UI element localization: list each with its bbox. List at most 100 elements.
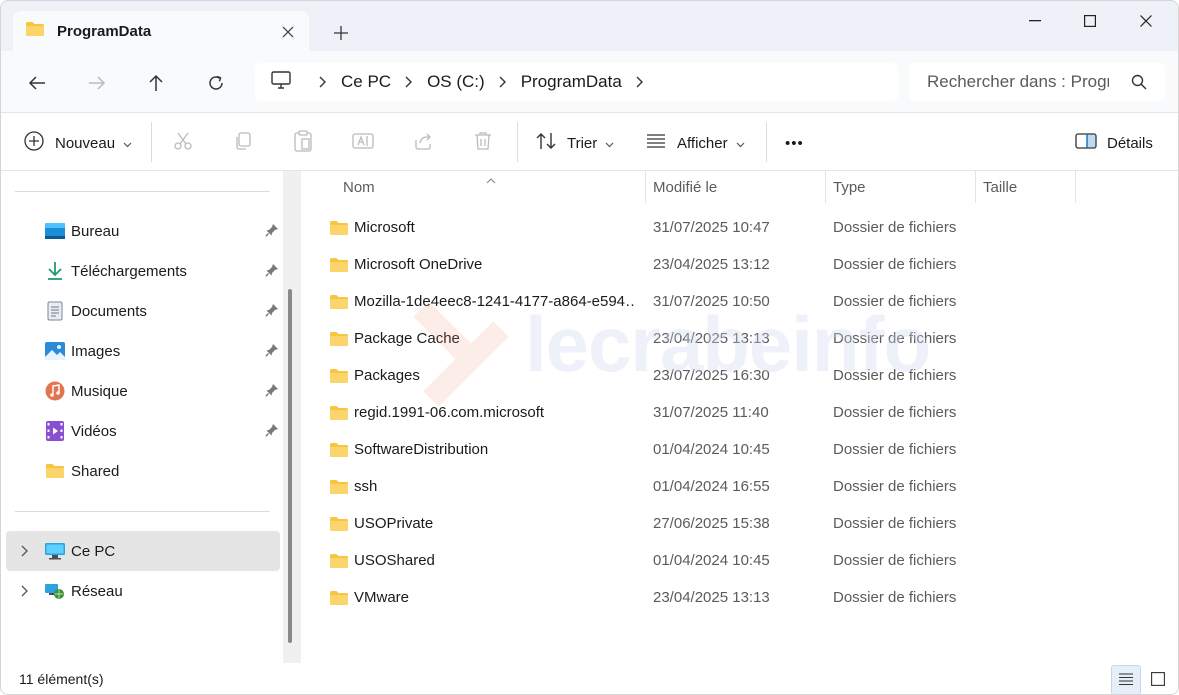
details-view-button[interactable] xyxy=(1111,665,1141,694)
sidebar-item-shared[interactable]: Shared xyxy=(45,451,285,491)
file-explorer-window: ProgramData Ce PC OS (C:) ProgramData Re… xyxy=(0,0,1179,695)
new-tab-button[interactable] xyxy=(323,18,359,48)
pin-icon[interactable] xyxy=(265,343,279,361)
sidebar-scrollbar[interactable] xyxy=(283,171,301,663)
tab-title: ProgramData xyxy=(57,23,152,40)
pin-icon[interactable] xyxy=(265,263,279,281)
breadcrumb-ce-pc[interactable]: Ce PC xyxy=(341,72,391,92)
folder-icon xyxy=(329,405,349,425)
sidebar-item-ce-pc[interactable]: Ce PC xyxy=(45,531,285,571)
file-modified: 31/07/2025 11:40 xyxy=(653,404,769,421)
sidebar-item-bureau[interactable]: Bureau xyxy=(45,211,285,251)
close-window-button[interactable] xyxy=(1118,1,1174,41)
pin-icon[interactable] xyxy=(265,223,279,241)
back-button[interactable] xyxy=(17,65,57,101)
sidebar-item-label: Documents xyxy=(71,302,147,320)
table-row[interactable]: USOPrivate 27/06/2025 15:38 Dossier de fic… xyxy=(301,505,1178,542)
delete-button[interactable] xyxy=(467,127,499,159)
view-button[interactable]: Afficher xyxy=(645,125,745,161)
folder-icon xyxy=(329,220,349,240)
item-count: 11 élément(s) xyxy=(19,671,104,687)
search-box[interactable]: Rechercher dans : Progr xyxy=(909,63,1165,101)
table-row[interactable]: Packages 23/07/2025 16:30 Dossier de fichi… xyxy=(301,357,1178,394)
cut-button[interactable] xyxy=(167,127,199,159)
column-header-size[interactable]: Taille xyxy=(983,171,1017,203)
folder-icon xyxy=(329,257,349,277)
sidebar-item-label: Réseau xyxy=(71,582,123,600)
column-divider[interactable] xyxy=(975,171,976,203)
file-name: USOPrivate xyxy=(354,515,434,532)
breadcrumb-programdata[interactable]: ProgramData xyxy=(521,72,622,92)
forward-button[interactable] xyxy=(77,65,117,101)
table-row[interactable]: regid.1991-06.com.microsoft 31/07/2025 11… xyxy=(301,394,1178,431)
column-header-name[interactable]: Nom xyxy=(343,171,375,203)
file-modified: 23/04/2025 13:13 xyxy=(653,330,770,347)
tiles-view-button[interactable] xyxy=(1143,665,1173,694)
cut-icon xyxy=(173,131,193,156)
navigation-bar: Ce PC OS (C:) ProgramData Rechercher dan… xyxy=(1,51,1178,113)
copy-button[interactable] xyxy=(227,127,259,159)
pin-icon[interactable] xyxy=(265,383,279,401)
breadcrumb-os-c[interactable]: OS (C:) xyxy=(427,72,485,92)
file-type: Dossier de fichiers xyxy=(833,478,957,495)
column-divider[interactable] xyxy=(645,171,646,203)
column-header-modified[interactable]: Modifié le xyxy=(653,171,717,203)
column-divider[interactable] xyxy=(825,171,826,203)
chevron-right-icon[interactable] xyxy=(632,76,648,88)
sidebar-item-reseau[interactable]: Réseau xyxy=(45,571,285,611)
images-icon xyxy=(45,341,65,361)
maximize-button[interactable] xyxy=(1062,1,1118,41)
refresh-button[interactable] xyxy=(196,65,236,101)
list-view-icon xyxy=(645,133,667,153)
close-tab-icon[interactable] xyxy=(271,17,305,47)
file-modified: 01/04/2024 10:45 xyxy=(653,552,770,569)
address-bar[interactable]: Ce PC OS (C:) ProgramData xyxy=(255,63,898,101)
new-button[interactable]: Nouveau xyxy=(23,125,132,161)
sidebar-item-musique[interactable]: Musique xyxy=(45,371,285,411)
rename-button[interactable] xyxy=(347,127,379,159)
tab-programdata[interactable]: ProgramData xyxy=(13,11,309,52)
new-label: Nouveau xyxy=(55,134,116,152)
minimize-button[interactable] xyxy=(1007,1,1063,41)
column-header-type[interactable]: Type xyxy=(833,171,866,203)
sidebar-item-images[interactable]: Images xyxy=(45,331,285,371)
table-row[interactable]: Mozilla-1de4eec8-1241-4177-a864-e594… 31/… xyxy=(301,283,1178,320)
details-button[interactable]: Détails xyxy=(1075,125,1153,161)
more-options-button[interactable]: ••• xyxy=(785,125,804,161)
scrollbar-thumb[interactable] xyxy=(288,289,292,643)
up-button[interactable] xyxy=(136,65,176,101)
chevron-right-icon[interactable] xyxy=(17,583,33,599)
table-row[interactable]: Package Cache 23/04/2025 13:13 Dossier de … xyxy=(301,320,1178,357)
file-modified: 01/04/2024 10:45 xyxy=(653,441,770,458)
documents-icon xyxy=(45,301,65,321)
paste-button[interactable] xyxy=(287,127,319,159)
sidebar-item-videos[interactable]: Vidéos xyxy=(45,411,285,451)
table-row[interactable]: Microsoft OneDrive 23/04/2025 13:12 Dossie… xyxy=(301,246,1178,283)
chevron-right-icon[interactable] xyxy=(315,76,331,88)
sidebar-item-telechargements[interactable]: Téléchargements xyxy=(45,251,285,291)
chevron-right-icon[interactable] xyxy=(495,76,511,88)
folder-icon xyxy=(329,553,349,573)
table-row[interactable]: VMware 23/04/2025 13:13 Dossier de fichier… xyxy=(301,579,1178,616)
pin-icon[interactable] xyxy=(265,303,279,321)
copy-icon xyxy=(233,131,253,156)
chevron-right-icon[interactable] xyxy=(17,543,33,559)
tiles-view-icon xyxy=(1151,671,1165,689)
table-row[interactable]: Microsoft 31/07/2025 10:47 Dossier de fich… xyxy=(301,209,1178,246)
column-divider[interactable] xyxy=(1075,171,1076,203)
folder-icon xyxy=(25,21,45,42)
table-row[interactable]: ssh 01/04/2024 16:55 Dossier de fichiers xyxy=(301,468,1178,505)
file-name: Microsoft xyxy=(354,219,415,236)
search-input[interactable]: Rechercher dans : Progr xyxy=(927,72,1109,92)
divider xyxy=(517,122,518,162)
pin-icon[interactable] xyxy=(265,423,279,441)
sort-button[interactable]: Trier xyxy=(535,125,614,161)
sidebar-item-documents[interactable]: Documents xyxy=(45,291,285,331)
search-icon xyxy=(1131,74,1147,95)
share-button[interactable] xyxy=(407,127,439,159)
table-row[interactable]: SoftwareDistribution 01/04/2024 10:45 Doss… xyxy=(301,431,1178,468)
trash-icon xyxy=(474,131,492,156)
table-row[interactable]: USOShared 01/04/2024 10:45 Dossier de fich… xyxy=(301,542,1178,579)
chevron-right-icon[interactable] xyxy=(401,76,417,88)
sidebar-item-label: Bureau xyxy=(71,222,120,240)
